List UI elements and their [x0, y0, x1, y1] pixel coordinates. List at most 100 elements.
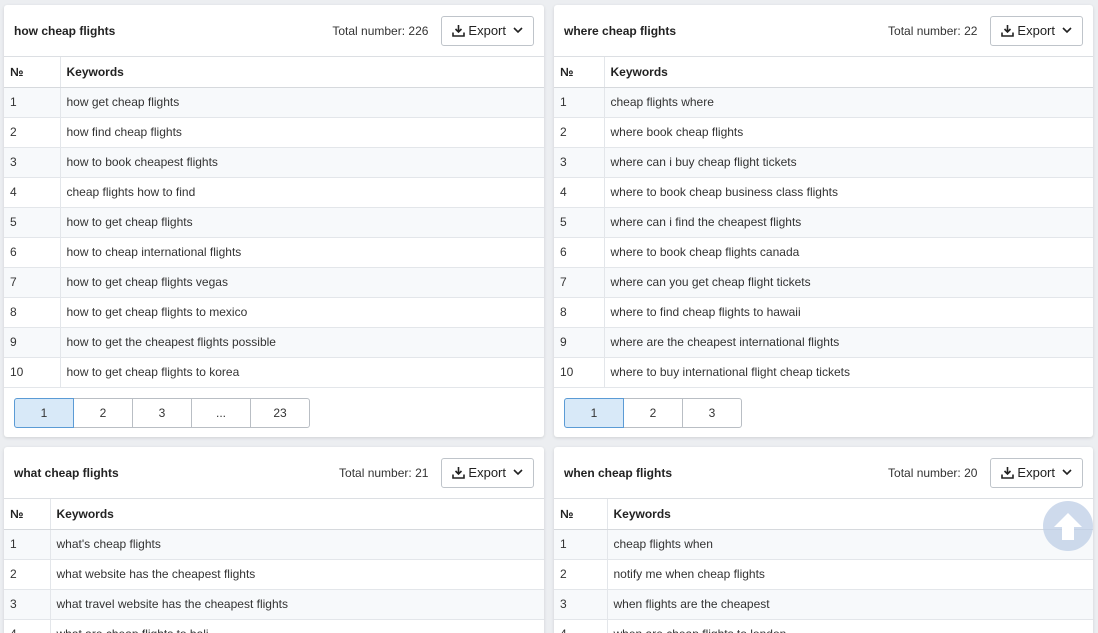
keyword-cell[interactable]: where to buy international flight cheap … [604, 357, 1093, 388]
page-button[interactable]: ... [191, 397, 251, 428]
panel-header: what cheap flights Total number: 21 Export [4, 447, 544, 499]
row-number: 6 [554, 237, 605, 268]
table-row: 1 how get cheap flights [4, 87, 544, 118]
keyword-cell[interactable]: how get cheap flights [60, 87, 544, 118]
page-button[interactable]: 1 [564, 397, 624, 428]
keywords-table: № Keywords 1 what's cheap flights 2 what webs… [4, 499, 544, 633]
keyword-cell[interactable]: where to book cheap flights canada [604, 237, 1093, 268]
keyword-cell[interactable]: what travel website has the cheapest fli… [50, 589, 544, 620]
keyword-cell[interactable]: where to find cheap flights to hawaii [604, 297, 1093, 328]
table-row: 4 where to book cheap business class flig… [554, 177, 1093, 208]
row-number: 7 [4, 267, 61, 298]
table-row: 6 where to book cheap flights canada [554, 237, 1093, 268]
keyword-cell[interactable]: how to get cheap flights [60, 207, 544, 238]
column-header-keywords: Keywords [607, 499, 1093, 530]
row-number: 3 [554, 589, 608, 620]
keyword-panel-what: what cheap flights Total number: 21 Export… [4, 447, 544, 633]
row-number: 10 [4, 357, 61, 388]
export-label: Export [468, 23, 506, 38]
page-button[interactable]: 23 [250, 397, 310, 428]
keyword-cell[interactable]: how to get cheap flights vegas [60, 267, 544, 298]
table-row: 7 how to get cheap flights vegas [4, 267, 544, 298]
table-row: 9 where are the cheapest international fl… [554, 327, 1093, 358]
keyword-cell[interactable]: what are cheap flights to bali [50, 619, 544, 633]
keyword-cell[interactable]: how to get the cheapest flights possible [60, 327, 544, 358]
table-row: 1 what's cheap flights [4, 529, 544, 560]
table-row: 3 how to book cheapest flights [4, 147, 544, 178]
table-row: 1 cheap flights where [554, 87, 1093, 118]
row-number: 2 [554, 117, 605, 148]
keyword-cell[interactable]: how find cheap flights [60, 117, 544, 148]
export-button[interactable]: Export [441, 15, 534, 46]
keyword-cell[interactable]: cheap flights when [607, 529, 1093, 560]
column-header-number: № [554, 57, 605, 88]
download-icon [452, 466, 466, 479]
keyword-cell[interactable]: what website has the cheapest flights [50, 559, 544, 590]
keyword-panel-when: when cheap flights Total number: 20 Export… [554, 447, 1093, 633]
keyword-cell[interactable]: when flights are the cheapest [607, 589, 1093, 620]
total-number: Total number: 20 [888, 465, 978, 480]
pagination: 123 [564, 397, 1093, 428]
panel-title: where cheap flights [564, 23, 677, 38]
panel-title: how cheap flights [14, 23, 116, 38]
total-number: Total number: 226 [332, 23, 429, 38]
page-button[interactable]: 1 [14, 397, 74, 428]
row-number: 1 [554, 529, 608, 560]
row-number: 2 [554, 559, 608, 590]
page-button[interactable]: 2 [73, 397, 133, 428]
keyword-cell[interactable]: notify me when cheap flights [607, 559, 1093, 590]
keyword-cell[interactable]: where can you get cheap flight tickets [604, 267, 1093, 298]
row-number: 4 [4, 619, 51, 633]
page-button[interactable]: 2 [623, 397, 683, 428]
table-row: 4 cheap flights how to find [4, 177, 544, 208]
keyword-cell[interactable]: how to book cheapest flights [60, 147, 544, 178]
table-row: 3 when flights are the cheapest [554, 589, 1093, 620]
table-row: 10 how to get cheap flights to korea [4, 357, 544, 388]
export-label: Export [1017, 465, 1055, 480]
column-header-number: № [554, 499, 608, 530]
row-number: 8 [554, 297, 605, 328]
table-header-row: № Keywords [554, 57, 1093, 88]
keyword-cell[interactable]: where are the cheapest international fli… [604, 327, 1093, 358]
row-number: 7 [554, 267, 605, 298]
keyword-cell[interactable]: where can i find the cheapest flights [604, 207, 1093, 238]
table-header-row: № Keywords [554, 499, 1093, 530]
page-button[interactable]: 3 [132, 397, 192, 428]
total-number: Total number: 22 [888, 23, 978, 38]
keyword-cell[interactable]: how to get cheap flights to mexico [60, 297, 544, 328]
scroll-to-top-button[interactable] [1043, 501, 1093, 551]
table-row: 2 notify me when cheap flights [554, 559, 1093, 590]
row-number: 5 [4, 207, 61, 238]
chevron-down-icon [513, 469, 523, 476]
table-header-row: № Keywords [4, 57, 544, 88]
keyword-cell[interactable]: cheap flights where [604, 87, 1093, 118]
keyword-cell[interactable]: what's cheap flights [50, 529, 544, 560]
export-label: Export [468, 465, 506, 480]
keyword-cell[interactable]: cheap flights how to find [60, 177, 544, 208]
chevron-down-icon [1062, 469, 1072, 476]
chevron-down-icon [1062, 27, 1072, 34]
row-number: 1 [4, 529, 51, 560]
keyword-cell[interactable]: when are cheap flights to london [607, 619, 1093, 633]
row-number: 2 [4, 559, 51, 590]
keyword-cell[interactable]: where can i buy cheap flight tickets [604, 147, 1093, 178]
export-button[interactable]: Export [990, 15, 1083, 46]
panel-header: where cheap flights Total number: 22 Expor… [554, 5, 1093, 57]
keyword-cell[interactable]: where to book cheap business class fligh… [604, 177, 1093, 208]
keyword-cell[interactable]: where book cheap flights [604, 117, 1093, 148]
export-button[interactable]: Export [990, 457, 1083, 488]
keyword-cell[interactable]: how to cheap international flights [60, 237, 544, 268]
table-row: 7 where can you get cheap flight tickets [554, 267, 1093, 298]
export-button[interactable]: Export [441, 457, 534, 488]
table-row: 3 what travel website has the cheapest fl… [4, 589, 544, 620]
row-number: 4 [554, 177, 605, 208]
row-number: 9 [554, 327, 605, 358]
keyword-cell[interactable]: how to get cheap flights to korea [60, 357, 544, 388]
chevron-down-icon [513, 27, 523, 34]
column-header-number: № [4, 57, 61, 88]
table-row: 2 where book cheap flights [554, 117, 1093, 148]
table-row: 3 where can i buy cheap flight tickets [554, 147, 1093, 178]
page-button[interactable]: 3 [682, 397, 742, 428]
keyword-panel-how: how cheap flights Total number: 226 Export… [4, 5, 544, 437]
row-number: 1 [554, 87, 605, 118]
